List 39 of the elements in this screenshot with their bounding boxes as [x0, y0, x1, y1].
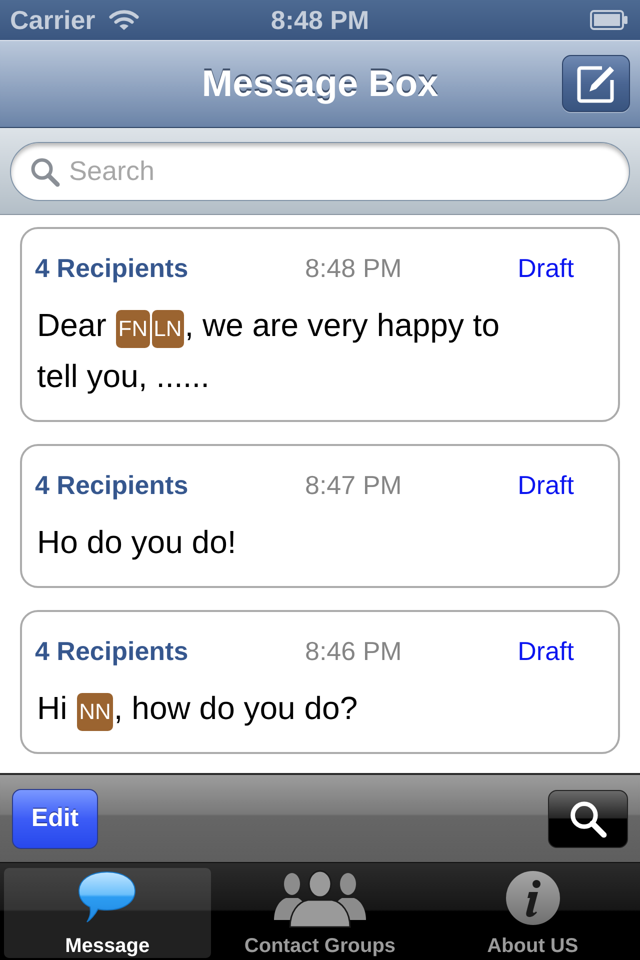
square-pencil-icon [576, 64, 616, 104]
message-text: , how do you do? [114, 690, 358, 726]
message-text: tell you, ...... [37, 358, 210, 394]
recipients-count: 4 Recipients [35, 469, 190, 501]
search-button[interactable] [548, 790, 628, 848]
message-status: Draft [518, 252, 574, 284]
search-icon [569, 800, 607, 838]
compose-button[interactable] [562, 55, 630, 112]
message-time: 8:48 PM [305, 252, 402, 284]
message-card[interactable]: 4 Recipients 8:47 PM Draft Ho do you do! [20, 444, 620, 588]
tab[interactable]: About US [429, 868, 636, 958]
message-time: 8:47 PM [305, 469, 402, 501]
message-time: 8:46 PM [305, 635, 402, 667]
recipients-count: 4 Recipients [35, 252, 190, 284]
recipients-count: 4 Recipients [35, 635, 190, 667]
search-icon [30, 157, 60, 187]
message-text: Dear [37, 307, 108, 343]
tab[interactable]: Contact Groups [216, 868, 424, 958]
message-status: Draft [518, 635, 574, 667]
message-text: Ho do you do! [37, 524, 236, 560]
message-card[interactable]: 4 Recipients 8:48 PM Draft Dear FN LN, we are very happy to tell you, ...... [20, 227, 620, 422]
carrier-name: Carrier [10, 5, 96, 35]
speech-bubble-icon [77, 870, 138, 924]
nav-title: Message Box [202, 62, 438, 106]
message-text: Hi [37, 690, 68, 726]
message-status: Draft [518, 469, 574, 501]
message-card[interactable]: 4 Recipients 8:46 PM Draft Hi NN, how do you do? [20, 610, 620, 754]
edit-button[interactable]: Edit [12, 788, 98, 848]
name-token: NN [77, 692, 113, 731]
tab[interactable]: Message [4, 868, 211, 958]
status-time: 8:48 PM [270, 5, 370, 35]
battery-icon [590, 10, 628, 30]
people-group-icon [272, 870, 368, 928]
name-token: LN [152, 310, 184, 348]
info-icon [504, 870, 561, 926]
search-field[interactable]: Search [10, 142, 630, 201]
name-token: FN [116, 310, 150, 348]
wifi-icon [109, 9, 140, 31]
message-text: , we are very happy to [184, 307, 500, 343]
